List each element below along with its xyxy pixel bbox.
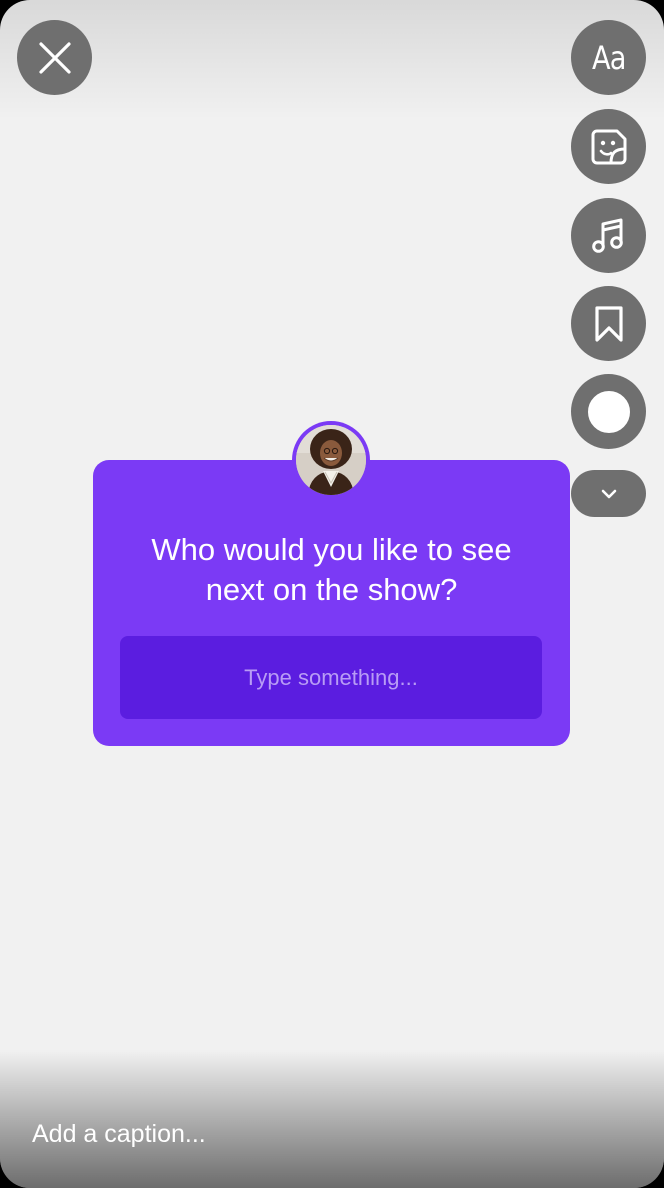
sticker-button[interactable] xyxy=(571,109,646,184)
text-tool-label: Aa xyxy=(591,38,626,77)
music-note-icon xyxy=(591,218,623,253)
story-editor: Aa Who would you like to see next on the… xyxy=(0,0,664,1188)
more-tools-button[interactable] xyxy=(571,470,646,517)
chevron-down-icon xyxy=(601,489,616,498)
circle-icon xyxy=(587,390,630,433)
avatar-ring xyxy=(292,421,370,499)
save-button[interactable] xyxy=(571,286,646,361)
effects-button[interactable] xyxy=(571,374,646,449)
close-button[interactable] xyxy=(17,20,92,95)
profile-avatar xyxy=(296,425,366,495)
sticker-icon xyxy=(591,129,626,164)
question-sticker[interactable]: Who would you like to see next on the sh… xyxy=(93,460,570,746)
person-photo xyxy=(296,425,366,495)
question-text: Who would you like to see next on the sh… xyxy=(151,532,512,607)
bottom-gradient xyxy=(0,1050,664,1188)
close-icon xyxy=(38,41,71,74)
top-gradient xyxy=(0,0,664,120)
answer-input[interactable]: Type something... xyxy=(120,636,542,719)
bookmark-icon xyxy=(594,305,623,342)
text-tool-button[interactable]: Aa xyxy=(571,20,646,95)
caption-input[interactable]: Add a caption... xyxy=(32,1120,206,1149)
music-button[interactable] xyxy=(571,198,646,273)
